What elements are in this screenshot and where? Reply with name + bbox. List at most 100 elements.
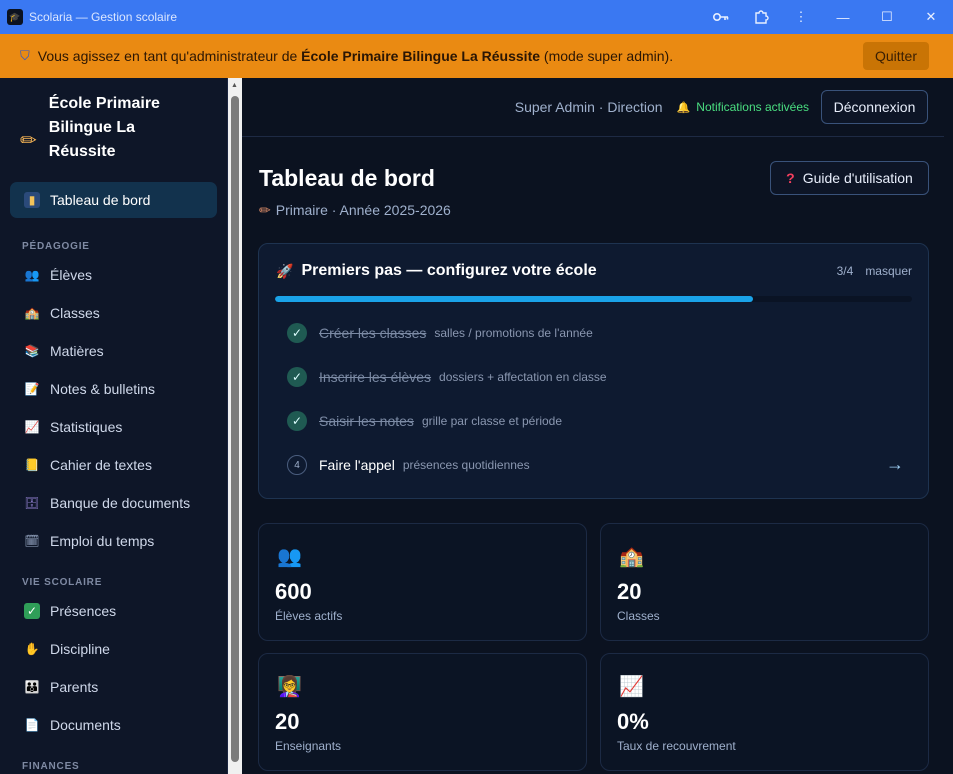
sidebar-item-dashboard[interactable]: ▮ Tableau de bord: [10, 182, 217, 218]
page-subtitle: ✏ Primaire · Année 2025-2026: [259, 202, 451, 219]
guide-label: Guide d'utilisation: [802, 170, 913, 186]
step-hint: présences quotidiennes: [402, 458, 530, 472]
window-edge: [944, 78, 953, 774]
banner-suffix: (mode super admin).: [543, 48, 674, 64]
brand: ✏ École Primaire Bilingue La Réussite: [0, 78, 227, 178]
sidebar-item-documents[interactable]: 📄 Documents: [0, 706, 227, 744]
school-icon: 🏫: [24, 306, 40, 320]
school-name: École Primaire Bilingue La Réussite: [48, 95, 160, 160]
sidebar-item-label: Matières: [50, 343, 104, 359]
key-icon[interactable]: [701, 0, 741, 34]
section-title-finances: FINANCES: [22, 761, 80, 772]
step-hint: dossiers + affectation en classe: [439, 370, 607, 384]
scroll-up-icon[interactable]: ▲: [231, 82, 238, 89]
section-title-vie-scolaire: VIE SCOLAIRE: [22, 577, 103, 588]
check-icon: ✓: [24, 603, 40, 619]
calendar-icon: 🗓: [24, 534, 40, 548]
top-bar: Super Admin · Direction 🔔 Notifications …: [242, 78, 944, 137]
maximize-button[interactable]: ☐: [865, 0, 909, 34]
sidebar-item-emploi-du-temps[interactable]: 🗓 Emploi du temps: [0, 522, 227, 560]
scrollbar-thumb[interactable]: [231, 96, 239, 762]
sidebar-item-presences[interactable]: ✓ Présences: [0, 592, 227, 630]
sidebar-item-label: Emploi du temps: [50, 533, 155, 549]
stat-value: 0%: [617, 709, 649, 734]
sidebar-item-statistiques[interactable]: 📈 Statistiques: [0, 408, 227, 446]
sidebar-item-notes-bulletins[interactable]: 📝 Notes & bulletins: [0, 370, 227, 408]
rocket-icon: 🚀: [276, 262, 294, 279]
sidebar-item-matieres[interactable]: 📚 Matières: [0, 332, 227, 370]
close-button[interactable]: ✕: [909, 0, 953, 34]
onboarding-progress-bar: [275, 296, 912, 302]
main-content: Super Admin · Direction 🔔 Notifications …: [242, 78, 944, 774]
notification-status: 🔔 Notifications activées: [677, 100, 809, 114]
stat-value: 600: [275, 579, 312, 604]
onboarding-title: Premiers pas — configurez votre école: [301, 262, 597, 279]
banner-school: École Primaire Bilingue La Réussite: [301, 48, 541, 64]
hide-link[interactable]: masquer: [865, 264, 912, 278]
step-label: Saisir les notes: [319, 413, 414, 429]
sidebar-item-label: Élèves: [50, 267, 93, 283]
check-icon: ✓: [287, 367, 307, 387]
sidebar-item-label: Cahier de textes: [50, 457, 152, 473]
school-icon: 🏫: [619, 546, 644, 568]
sidebar-scrollbar[interactable]: ▲: [228, 78, 242, 774]
sidebar-item-label: Documents: [50, 717, 121, 733]
step-number: 4: [287, 455, 307, 475]
sidebar: ✏ École Primaire Bilingue La Réussite ▮ …: [0, 78, 228, 774]
pencil-icon: ✏: [259, 202, 271, 218]
sidebar-item-eleves[interactable]: 👥 Élèves: [0, 256, 227, 294]
page-icon: 📄: [24, 718, 40, 732]
bell-icon: 🔔: [676, 101, 691, 114]
sidebar-item-label: Banque de documents: [50, 495, 191, 511]
pencil-icon: ✏: [20, 130, 37, 152]
app-icon: 🎓: [7, 9, 23, 25]
stat-value: 20: [275, 709, 300, 734]
step-label: Inscrire les élèves: [319, 369, 432, 385]
stat-card-students: 👥 600 Élèves actifs: [258, 523, 587, 641]
extension-icon[interactable]: [741, 0, 781, 34]
sidebar-item-label: Classes: [50, 305, 100, 321]
sidebar-item-parents[interactable]: 👪 Parents: [0, 668, 227, 706]
document-icon: 📝: [24, 382, 40, 396]
quit-button[interactable]: Quitter: [863, 42, 929, 70]
sidebar-item-banque-documents[interactable]: 🗄 Banque de documents: [0, 484, 227, 522]
students-icon: 👥: [277, 546, 302, 568]
window-titlebar: 🎓 Scolaria — Gestion scolaire ⋮ — ☐ ✕: [0, 0, 953, 34]
banner-prefix: Vous agissez en tant qu'administrateur d…: [37, 48, 298, 64]
more-options-icon[interactable]: ⋮: [781, 0, 821, 34]
cabinet-icon: 🗄: [24, 496, 40, 510]
teacher-icon: 👩‍🏫: [277, 676, 302, 698]
sidebar-item-cahier-de-textes[interactable]: 📒 Cahier de textes: [0, 446, 227, 484]
step-enroll-students[interactable]: ✓ Inscrire les élèves dossiers + affecta…: [287, 366, 607, 388]
logout-button[interactable]: Déconnexion: [821, 90, 928, 124]
sidebar-item-classes[interactable]: 🏫 Classes: [0, 294, 227, 332]
step-take-attendance[interactable]: 4 Faire l'appel présences quotidiennes: [287, 454, 530, 476]
section-title-pedagogie: PÉDAGOGIE: [22, 241, 90, 252]
question-icon: ?: [786, 170, 795, 186]
stat-value: 20: [617, 579, 642, 604]
books-icon: 📚: [24, 344, 40, 358]
shield-icon: ⛉: [20, 48, 30, 63]
onboarding-card: 🚀 Premiers pas — configurez votre école …: [258, 243, 929, 499]
step-hint: salles / promotions de l'année: [434, 326, 593, 340]
trend-icon: 📈: [24, 420, 40, 434]
stat-label: Élèves actifs: [275, 609, 343, 623]
user-role: Super Admin · Direction: [514, 99, 663, 115]
step-create-classes[interactable]: ✓ Créer les classes salles / promotions …: [287, 322, 593, 344]
stat-card-classes: 🏫 20 Classes: [600, 523, 929, 641]
onboarding-header: 🚀 Premiers pas — configurez votre école …: [276, 262, 912, 280]
sidebar-item-label: Parents: [50, 679, 99, 695]
minimize-button[interactable]: —: [821, 0, 865, 34]
stat-card-recovery-rate: 📈 0% Taux de recouvrement: [600, 653, 929, 771]
impersonation-banner: ⛉ Vous agissez en tant qu'administrateur…: [0, 34, 953, 78]
step-hint: grille par classe et période: [421, 414, 563, 428]
sidebar-item-discipline[interactable]: ✋ Discipline: [0, 630, 227, 668]
step-enter-grades[interactable]: ✓ Saisir les notes grille par classe et …: [287, 410, 562, 432]
notification-label: Notifications activées: [696, 100, 809, 114]
arrow-right-icon[interactable]: →: [886, 454, 904, 475]
sidebar-item-label: Statistiques: [50, 419, 123, 435]
guide-button[interactable]: ? Guide d'utilisation: [770, 161, 929, 195]
step-label: Faire l'appel: [319, 457, 395, 473]
family-icon: 👪: [24, 680, 40, 694]
window-title: Scolaria — Gestion scolaire: [29, 10, 178, 24]
